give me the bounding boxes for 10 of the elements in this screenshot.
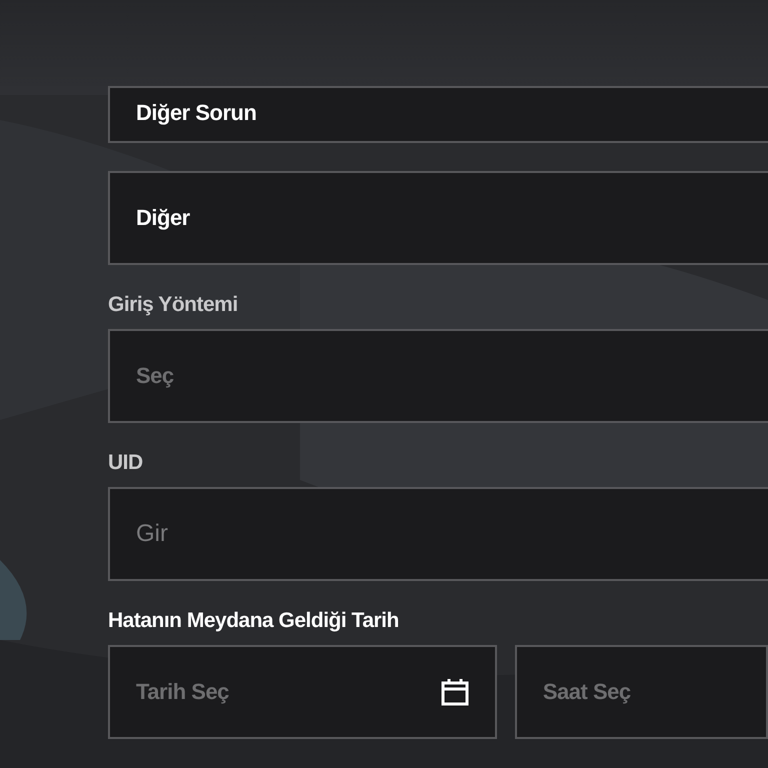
input-field[interactable]: Gir <box>108 487 768 581</box>
select-field[interactable]: Diğer Sorun <box>108 86 768 143</box>
field-label: Giriş Yöntemi <box>108 293 239 317</box>
field-label: Hatanın Meydana Geldiği Tarih <box>108 609 400 633</box>
time-field[interactable]: Saat Seç <box>514 645 768 739</box>
field-label: UID <box>108 451 144 475</box>
calendar-icon <box>440 678 469 706</box>
select-field[interactable]: Diğer <box>108 171 768 265</box>
date-field[interactable]: Tarih Seç <box>108 645 497 739</box>
select-field[interactable]: Seç <box>108 329 768 423</box>
